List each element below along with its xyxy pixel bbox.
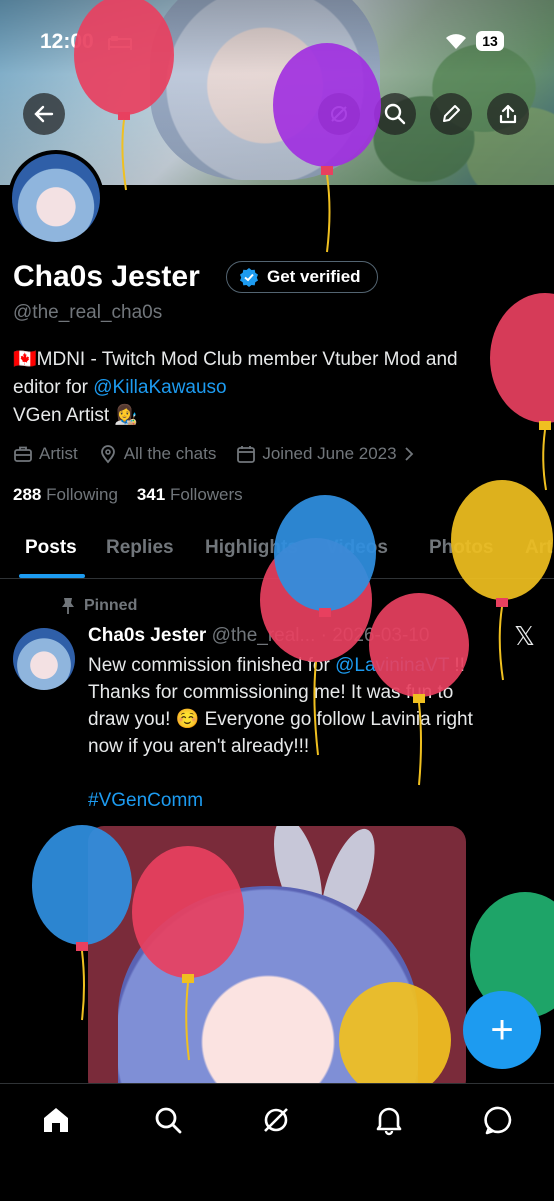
calendar-icon — [237, 446, 256, 463]
bio-line-1: 🇨🇦MDNI - Twitch Mod Club member Vtuber M… — [13, 349, 458, 370]
post-text-segment: New commission finished for — [88, 655, 336, 676]
follow-counts: 288 Following 341 Followers — [13, 485, 243, 505]
profile-bio: 🇨🇦MDNI - Twitch Mod Club member Vtuber M… — [13, 346, 533, 430]
post-hashtag[interactable]: #VGenComm — [88, 787, 533, 814]
tab-photos[interactable]: Photos — [429, 537, 493, 559]
profile-location: All the chats — [98, 444, 217, 464]
post-media-image[interactable] — [88, 826, 466, 1096]
bio-line-3: VGen Artist 👩‍🎨 — [13, 405, 139, 426]
profile-category: Artist — [13, 444, 78, 464]
following-link[interactable]: 288 Following — [13, 485, 118, 504]
profile-avatar[interactable] — [8, 150, 104, 246]
pin-icon — [62, 598, 74, 614]
tab-posts[interactable]: Posts — [25, 537, 77, 559]
character-artwork — [118, 886, 418, 1096]
profile-banner[interactable] — [0, 0, 554, 185]
share-button[interactable] — [487, 93, 529, 135]
back-arrow-icon — [34, 105, 54, 123]
compose-post-button[interactable]: + — [463, 991, 541, 1069]
briefcase-icon — [14, 446, 32, 462]
back-button[interactable] — [23, 93, 65, 135]
tab-videos[interactable]: Videos — [326, 537, 388, 559]
grok-button[interactable] — [318, 93, 360, 135]
get-verified-button[interactable]: Get verified — [226, 261, 378, 293]
pinned-label: Pinned — [60, 597, 137, 615]
bed-icon — [108, 36, 132, 50]
search-button[interactable] — [374, 93, 416, 135]
balloon-yellow-right — [451, 480, 553, 681]
search-icon — [384, 103, 406, 125]
status-time: 12:00 — [40, 30, 94, 53]
avatar-image — [12, 154, 100, 242]
post-mention-link[interactable]: @LavininaVT — [335, 655, 449, 676]
post-meta: @the_real... · 2026-03-10 — [211, 625, 430, 646]
post-line-4: now if you aren't already!!! — [88, 736, 310, 757]
post-body: New commission finished for @LavininaVT … — [88, 652, 533, 814]
joined-label: Joined June 2023 — [262, 444, 397, 463]
following-count: 288 — [13, 485, 42, 504]
post-line-1: New commission finished for @LavininaVT … — [88, 652, 533, 679]
bio-line-2: editor for @KillaKawauso — [13, 374, 533, 402]
following-label: Following — [46, 485, 118, 504]
grok-icon — [331, 106, 347, 122]
followers-label: Followers — [169, 485, 243, 504]
post-line-3: draw you! ☺️ Everyone go follow Lavinia … — [88, 709, 473, 730]
profile-handle: @the_real_cha0s — [13, 302, 163, 323]
post-author-avatar[interactable] — [13, 628, 75, 690]
location-pin-icon — [100, 445, 115, 464]
verified-badge-icon — [240, 268, 258, 287]
home-icon[interactable] — [40, 1104, 72, 1136]
profile-tabs: Posts Replies Highlights Videos Photos A… — [0, 530, 554, 579]
profile-meta: Artist All the chats Joined June 2023 — [13, 444, 435, 464]
post-text-segment: !! — [449, 655, 465, 676]
bell-icon[interactable] — [373, 1104, 405, 1136]
get-verified-label: Get verified — [267, 267, 361, 286]
post-line-2: Thanks for commissioning me! It was fun … — [88, 682, 454, 703]
battery-indicator: 13 — [476, 31, 504, 51]
tab-highlights[interactable]: Highlights — [205, 537, 298, 559]
pinned-text: Pinned — [84, 597, 138, 614]
category-label: Artist — [39, 444, 78, 463]
bio-text: editor for — [13, 377, 94, 398]
post-header: Cha0s Jester @the_real... · 2026-03-10 — [88, 625, 429, 647]
followers-count: 341 — [136, 485, 166, 504]
pencil-icon — [443, 105, 460, 122]
tab-replies[interactable]: Replies — [106, 537, 174, 559]
bottom-navigation — [0, 1083, 554, 1201]
profile-joined[interactable]: Joined June 2023 — [236, 444, 414, 464]
chevron-right-icon — [404, 447, 413, 461]
post-author-name[interactable]: Cha0s Jester — [88, 625, 206, 646]
bio-mention-link[interactable]: @KillaKawauso — [93, 377, 226, 398]
search-icon[interactable] — [152, 1104, 184, 1136]
wifi-icon — [446, 34, 466, 49]
x-logo-icon: 𝕏 — [514, 622, 535, 652]
profile-name: Cha0s Jester — [13, 260, 200, 293]
followers-link[interactable]: 341 Followers — [137, 485, 243, 504]
share-icon — [499, 104, 517, 124]
tab-art[interactable]: Art — [525, 537, 552, 559]
grok-icon[interactable] — [260, 1104, 292, 1136]
edit-button[interactable] — [430, 93, 472, 135]
location-label: All the chats — [123, 444, 217, 463]
active-tab-indicator — [19, 574, 85, 578]
messages-icon[interactable] — [483, 1104, 515, 1136]
